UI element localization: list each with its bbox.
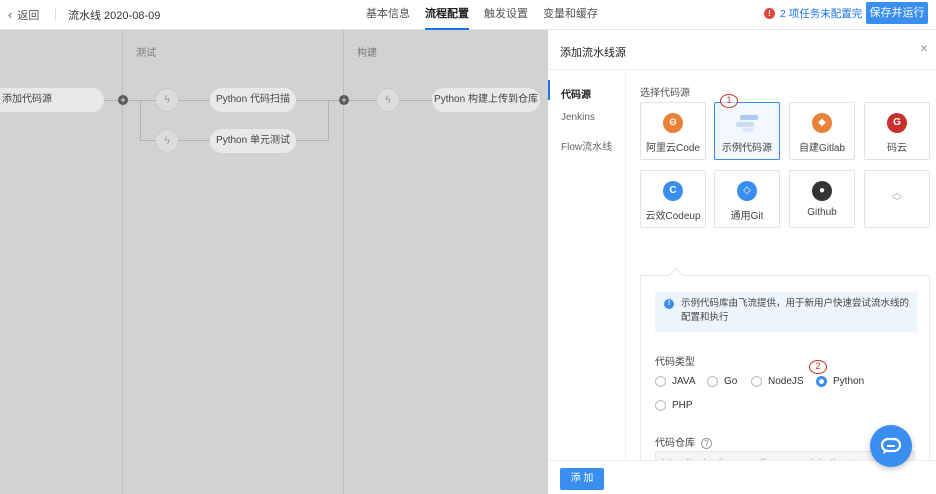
nav-code-source[interactable]: 代码源 (561, 86, 591, 101)
tab-variables-cache[interactable]: 变量和缓存 (543, 0, 598, 30)
job-python-build-upload[interactable]: Python 构建上传到仓库 (432, 88, 540, 112)
add-stage-icon[interactable]: + (118, 95, 128, 105)
close-icon[interactable]: × (920, 40, 928, 56)
source-name: Github (807, 207, 837, 218)
source-type-nav: 代码源 Jenkins Flow流水线 (548, 70, 626, 460)
chat-icon (880, 437, 902, 454)
tab-basic-info[interactable]: 基本信息 (366, 0, 410, 30)
radio-label: Python (833, 376, 865, 387)
stage-label-test: 测试 (136, 48, 156, 59)
codeup-icon: C (663, 181, 683, 201)
source-card-codeup[interactable]: C 云效Codeup (640, 170, 706, 228)
annotation-marker-2: 2 (809, 360, 827, 374)
help-icon[interactable]: ? (701, 437, 712, 449)
expand-more-sources-button[interactable]: ︿ ﹀ (864, 170, 930, 228)
incomplete-tasks-warning[interactable]: ! 2 项任务未配置完 (764, 6, 862, 21)
sample-icon (734, 113, 760, 133)
code-repo-label-text: 代码仓库 (655, 438, 695, 449)
drawer-title: 添加流水线源 (560, 47, 626, 59)
source-name: 示例代码源 (722, 143, 772, 154)
git-icon: ◇ (737, 181, 757, 201)
tab-flow-config[interactable]: 流程配置 (425, 0, 469, 30)
source-card-generic-git[interactable]: ◇ 通用Git (714, 170, 780, 228)
info-banner: ! 示例代码库由飞流提供，用于新用户快速尝试流水线的配置和执行 (655, 292, 917, 332)
code-type-label: 代码类型 (655, 357, 695, 368)
divider (55, 8, 56, 21)
chat-support-button[interactable] (870, 425, 912, 467)
radio-label: NodeJS (768, 376, 804, 387)
connector (140, 100, 141, 141)
warning-text: 2 项任务未配置完 (780, 8, 863, 20)
connector (328, 100, 329, 141)
tab-bar: 基本信息 流程配置 触发设置 变量和缓存 (366, 0, 598, 30)
nav-flow-pipeline[interactable]: Flow流水线 (561, 138, 612, 153)
radio-php[interactable]: PHP (655, 400, 693, 411)
pipeline-canvas: 测试 构建 添加代码源 + ϟ Python 代码扫描 ϟ Python 单元测… (0, 30, 548, 494)
radio-python[interactable]: Python (816, 376, 864, 387)
stage-label-build: 构建 (357, 48, 377, 59)
source-card-gitlab[interactable]: ◆ 自建Gitlab (789, 102, 855, 160)
radio-circle (751, 376, 762, 387)
drawer-body: 选择代码源 ⊖ 阿里云Code 示例代码源 ◆ 自建Gitlab G 码云 C … (640, 70, 936, 494)
radio-go[interactable]: Go (707, 376, 737, 387)
code-repo-label: 代码仓库? (655, 434, 712, 449)
gitlab-icon: ◆ (812, 113, 832, 133)
code-icon: ⊖ (663, 113, 683, 133)
active-indicator (548, 80, 550, 100)
tab-trigger-settings[interactable]: 触发设置 (484, 0, 528, 30)
source-name: 云效Codeup (645, 211, 701, 222)
annotation-marker-1: 1 (720, 94, 738, 108)
add-button[interactable]: 添 加 (560, 468, 604, 490)
info-icon: ! (664, 299, 674, 309)
chevron-left-icon: ‹ (8, 7, 13, 22)
warning-icon: ! (764, 8, 775, 19)
radio-java[interactable]: JAVA (655, 376, 696, 387)
source-name: 自建Gitlab (798, 143, 846, 154)
radio-circle (707, 376, 718, 387)
bolt-icon: ϟ (155, 88, 179, 112)
bolt-icon: ϟ (376, 88, 400, 112)
source-name: 阿里云Code (646, 143, 700, 154)
back-label: 返回 (17, 10, 40, 22)
save-and-run-button[interactable]: 保存并运行 (866, 2, 928, 24)
source-card-aliyun-code[interactable]: ⊖ 阿里云Code (640, 102, 706, 160)
back-button[interactable]: ‹ 返回 (8, 7, 39, 23)
source-card-github[interactable]: ● Github (789, 170, 855, 228)
radio-nodejs[interactable]: NodeJS (751, 376, 804, 387)
info-text: 示例代码库由飞流提供，用于新用户快速尝试流水线的配置和执行 (681, 298, 910, 323)
add-pipeline-source-drawer: 添加流水线源 × 代码源 Jenkins Flow流水线 选择代码源 ⊖ 阿里云… (548, 30, 936, 494)
drawer-header: 添加流水线源 × (548, 30, 936, 70)
gitee-icon: G (887, 113, 907, 133)
source-name: 码云 (887, 143, 907, 154)
add-stage-icon[interactable]: + (339, 95, 349, 105)
radio-label: PHP (672, 400, 693, 411)
select-source-label: 选择代码源 (640, 88, 690, 99)
expand-icon: ︿ ﹀ (892, 188, 902, 208)
source-card-sample[interactable]: 示例代码源 (714, 102, 780, 160)
radio-label: Go (724, 376, 738, 387)
job-python-unit-test[interactable]: Python 单元测试 (210, 129, 296, 153)
radio-label: JAVA (672, 376, 696, 387)
source-card-gitee[interactable]: G 码云 (864, 102, 930, 160)
top-bar: ‹ 返回 流水线 2020-08-09 基本信息 流程配置 触发设置 变量和缓存… (0, 0, 936, 30)
nav-jenkins[interactable]: Jenkins (561, 112, 595, 123)
add-code-source-node[interactable]: 添加代码源 (0, 88, 104, 112)
radio-circle (655, 376, 666, 387)
radio-circle (816, 376, 827, 387)
drawer-footer: 添 加 (548, 460, 936, 494)
bolt-icon: ϟ (155, 129, 179, 153)
radio-circle (655, 400, 666, 411)
pipeline-title: 流水线 2020-08-09 (68, 10, 161, 22)
source-name: 通用Git (730, 211, 764, 222)
pointer-arrow (668, 267, 684, 283)
github-icon: ● (812, 181, 832, 201)
job-python-code-scan[interactable]: Python 代码扫描 (210, 88, 296, 112)
